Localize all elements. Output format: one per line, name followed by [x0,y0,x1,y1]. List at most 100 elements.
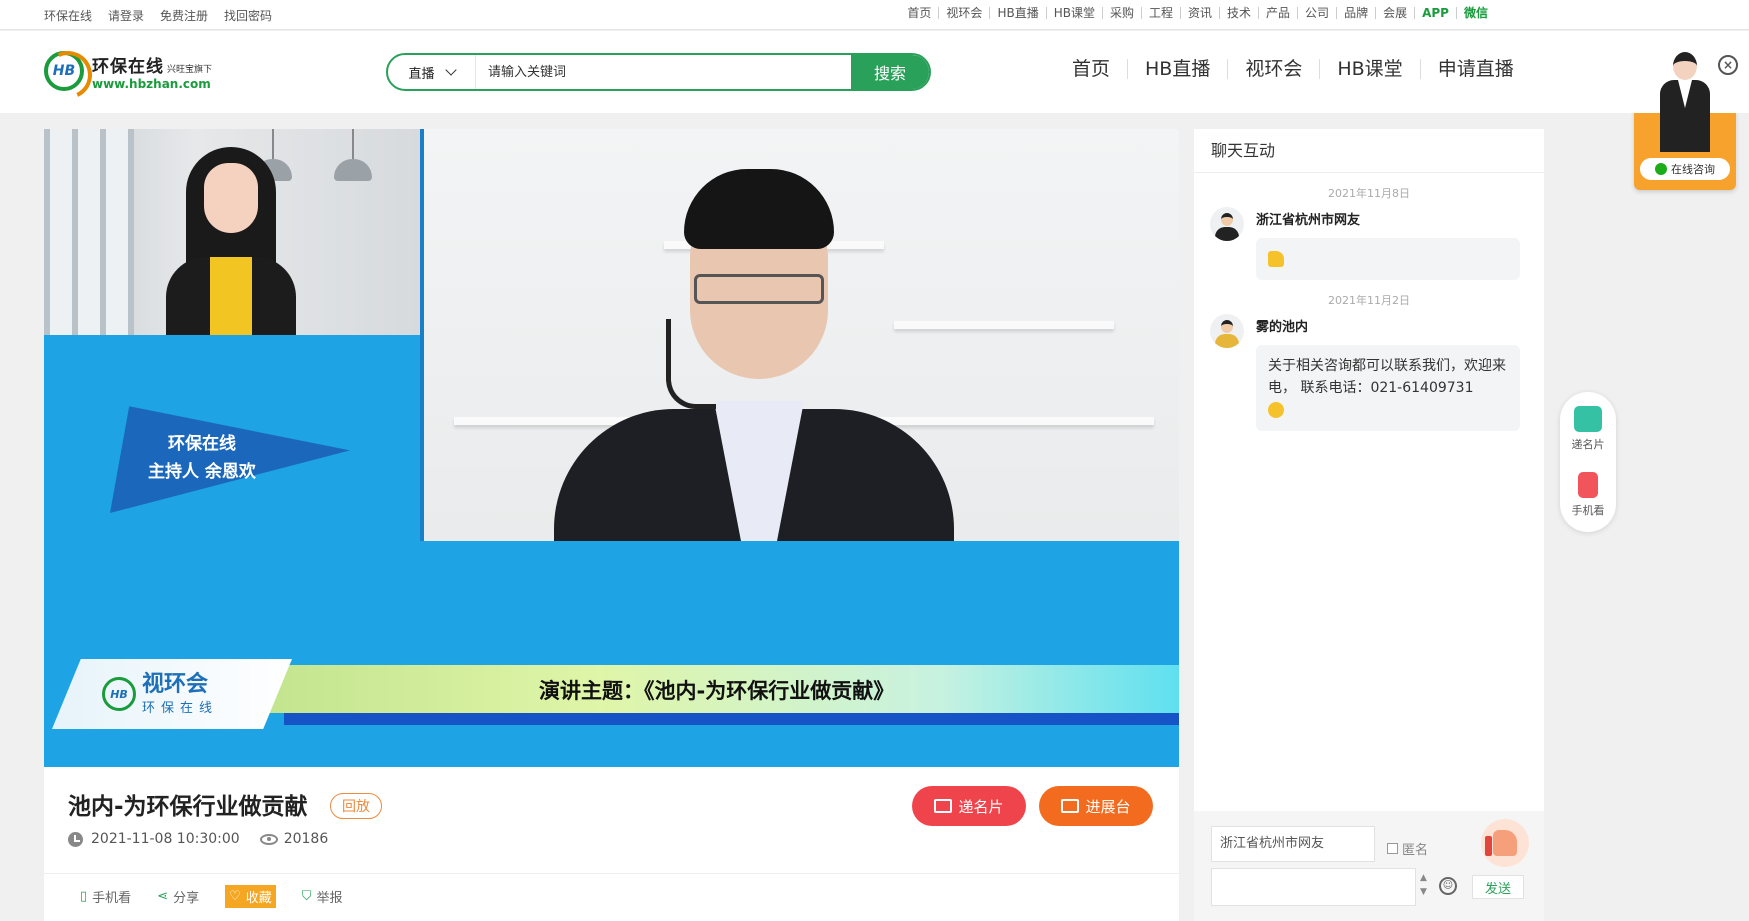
top-nav-company[interactable]: 公司 [1298,7,1338,19]
anonymous-label: 匿名 [1402,843,1429,858]
enter-booth-label: 进展台 [1085,797,1131,816]
site-logo[interactable]: HB 环保在线 兴旺宝旗下 www.hbzhan.com [44,51,212,91]
top-bar: 环保在线 请登录 免费注册 找回密码 首页 视环会 HB直播 HB课堂 采购 工… [0,0,1749,30]
like-button[interactable] [1481,819,1529,867]
top-nav-home[interactable]: 首页 [900,7,940,19]
top-link-recover[interactable]: 找回密码 [224,7,272,24]
top-link-site[interactable]: 环保在线 [44,7,92,24]
video-player[interactable]: 环保在线 主持人 余恩欢 HB 视环会 环保在线 演讲主题：《池内-为环保行业做… [44,129,1179,767]
top-nav-class[interactable]: HB课堂 [1047,7,1103,19]
divider [44,873,1179,874]
send-button[interactable]: 发送 [1472,875,1524,899]
search-scope-select[interactable]: 直播 [388,55,476,89]
watch-on-mobile-label: 手机看 [92,891,132,906]
side-send-card-label: 递名片 [1571,438,1605,451]
user-avatar [1210,207,1244,241]
window-blinds [44,129,134,335]
business-card-icon [934,799,953,813]
top-left-links: 环保在线 请登录 免费注册 找回密码 [44,7,272,24]
host-badge-shape [110,406,350,513]
top-nav-app[interactable]: APP [1415,7,1457,19]
clock-icon [68,831,83,847]
chat-text: 关于相关咨询都可以联系我们，欢迎来电， 联系电话：021-61409731 [1268,358,1506,396]
side-watch-mobile[interactable]: 手机看 [1560,472,1616,518]
search-scope-value: 直播 [408,66,435,82]
report-button[interactable]: ⛉ 举报 [302,887,343,906]
nickname-field[interactable]: 浙江省杭州市网友 [1211,826,1375,862]
user-avatar [1210,314,1244,348]
host-badge: 环保在线 主持人 余恩欢 [110,397,350,513]
chat-composer: 浙江省杭州市网友 匿名 ▲ ▼ ☺ 发送 [1194,811,1544,921]
search-input[interactable] [476,55,851,89]
side-watch-mobile-label: 手机看 [1571,504,1605,517]
search-bar: 直播 搜索 [386,53,931,91]
checkbox-icon [1387,843,1398,854]
side-send-card[interactable]: 递名片 [1560,406,1616,452]
top-nav-brand[interactable]: 品牌 [1337,7,1377,19]
eye-icon [259,833,278,845]
top-nav-tech[interactable]: 技术 [1220,7,1260,19]
view-count: 20186 [283,831,329,847]
chat-date: 2021年11月2日 [1328,294,1410,307]
enter-booth-button[interactable]: 进展台 [1039,786,1153,826]
pendant-lamp [334,129,372,181]
top-nav-live[interactable]: HB直播 [990,7,1047,19]
report-label: 举报 [316,891,343,906]
live-meta: 2021-11-08 10:30:00 20186 [68,831,328,847]
chat-message: 浙江省杭州市网友 [1194,207,1544,280]
banner-brand: 视环会 [142,671,209,697]
favorite-label: 收藏 [245,891,272,906]
top-nav-exhibition[interactable]: 会展 [1376,7,1416,19]
logo-text: 环保在线 兴旺宝旗下 www.hbzhan.com [92,52,212,91]
logo-mark-icon: HB [44,51,84,91]
main-nav-apply-live[interactable]: 申请直播 [1421,59,1531,79]
topic-banner: HB 视环会 环保在线 演讲主题：《池内-为环保行业做贡献》 [44,659,1179,729]
top-nav-expo[interactable]: 视环会 [939,7,991,19]
consult-label[interactable]: 在线咨询 [1640,158,1730,180]
favorite-button[interactable]: ♡ 收藏 [225,885,276,908]
host-badge-name: 主持人 余恩欢 [148,462,256,482]
live-title: 池内-为环保行业做贡献 [68,794,308,820]
logo-mark-text: HB [52,63,76,79]
logo-name: 环保在线 兴旺宝旗下 [92,52,212,77]
avatar-head [1221,213,1233,226]
share-button[interactable]: ⋖ 分享 [157,887,199,906]
anonymous-checkbox[interactable]: 匿名 [1387,839,1428,858]
speaker-camera-feed [420,129,1179,541]
banner-brand-sub: 环保在线 [142,700,219,716]
host-badge-org: 环保在线 [168,434,236,454]
top-nav-news[interactable]: 资讯 [1181,7,1221,19]
chat-username: 浙江省杭州市网友 [1256,213,1361,228]
top-nav-wechat[interactable]: 微信 [1457,7,1495,19]
top-nav-products[interactable]: 产品 [1259,7,1299,19]
main-nav-expo[interactable]: 视环会 [1228,59,1321,79]
close-icon[interactable]: × [1718,55,1738,75]
main-nav-live[interactable]: HB直播 [1128,59,1229,79]
send-card-button[interactable]: 递名片 [912,786,1026,826]
avatar-body [1215,227,1239,241]
chevron-down-icon [444,64,457,76]
replay-badge: 回放 [330,793,382,819]
logo-url: www.hbzhan.com [92,76,211,91]
speaker-person [554,169,954,541]
main-nav-class[interactable]: HB课堂 [1320,59,1421,79]
live-info-panel: 池内-为环保行业做贡献 回放 2021-11-08 10:30:00 20186… [44,767,1179,921]
top-link-login[interactable]: 请登录 [108,7,144,24]
wechat-icon [1655,163,1667,175]
main-nav-home[interactable]: 首页 [1055,59,1129,79]
search-button[interactable]: 搜索 [851,55,929,89]
banner-logo-text: 视环会 环保在线 [142,671,219,716]
watch-on-mobile-button[interactable]: ▯ 手机看 [80,887,131,906]
chat-bubble: 关于相关咨询都可以联系我们，欢迎来电， 联系电话：021-61409731 [1256,345,1520,431]
emoji-picker-icon[interactable]: ☺ [1439,877,1457,895]
chat-message-input[interactable] [1211,868,1416,906]
avatar-head [1221,320,1233,333]
top-link-register[interactable]: 免费注册 [160,7,208,24]
scroll-arrows-icon[interactable]: ▲ ▼ [1420,871,1427,899]
top-nav-engineering[interactable]: 工程 [1142,7,1181,19]
live-datetime: 2021-11-08 10:30:00 [91,831,240,847]
banner-logo: HB 视环会 环保在线 [52,659,292,729]
host-blouse [210,257,252,335]
smile-emoji-icon [1268,402,1284,418]
top-nav-purchase[interactable]: 采购 [1103,7,1142,19]
